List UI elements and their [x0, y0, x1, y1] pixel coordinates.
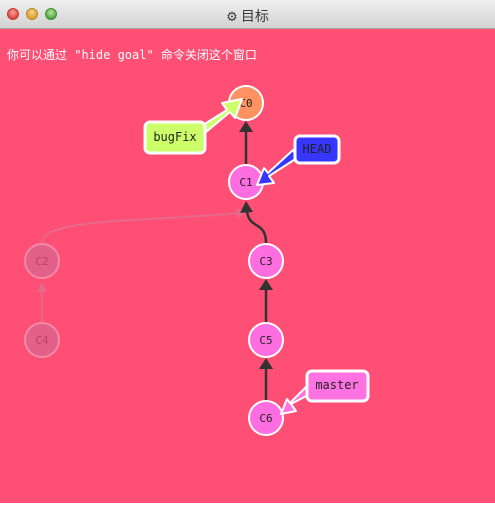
commit-c6-label: C6	[259, 412, 272, 425]
arrow-c1-c0	[239, 121, 253, 132]
edge-c3-c1	[245, 209, 268, 244]
commit-c6: C6	[248, 400, 284, 436]
arrow-c5-c3	[259, 279, 273, 290]
commit-c2-label: C2	[35, 255, 48, 268]
goal-window: ⚙ 目标 你可以通过 "hide goal" 命令关闭这个窗口 C2 C4 C0…	[0, 0, 495, 505]
commit-c2: C2	[24, 243, 60, 279]
commit-graph: C2 C4 C0 C1 C3 C5 C6 bugFix HEAD master	[24, 85, 370, 436]
commit-c1-label: C1	[239, 176, 252, 189]
arrow-c3-c1	[240, 201, 253, 213]
arrow-c4-c2	[37, 282, 47, 292]
commit-c5-label: C5	[259, 334, 272, 347]
commit-c3-label: C3	[259, 255, 272, 268]
commit-c4-label: C4	[35, 334, 49, 347]
arrow-c6-c5	[259, 358, 273, 369]
branch-tag-bugfix: bugFix	[143, 98, 243, 155]
commit-c5: C5	[248, 322, 284, 358]
head-arrow	[256, 149, 298, 186]
bugfix-label: bugFix	[153, 130, 196, 144]
commit-c3: C3	[248, 243, 284, 279]
branch-tag-head: HEAD	[256, 134, 341, 186]
commit-c4: C4	[24, 322, 60, 358]
branch-tag-master: master	[280, 369, 370, 415]
master-label: master	[315, 378, 358, 392]
edge-c2-c1	[41, 212, 241, 244]
head-label: HEAD	[303, 142, 332, 156]
